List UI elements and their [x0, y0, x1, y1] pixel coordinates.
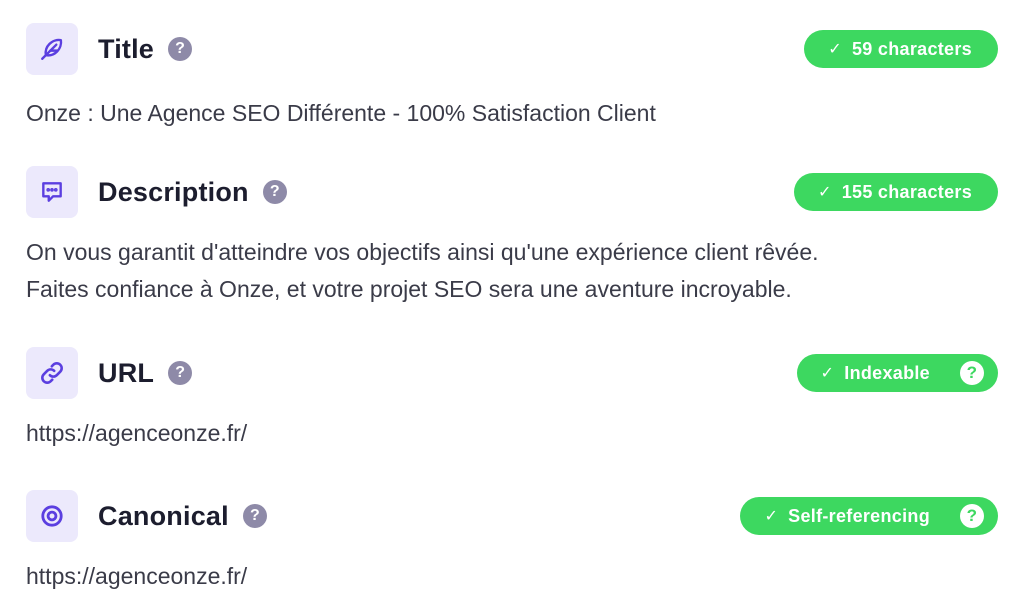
canonical-value: https://agenceonze.fr/ [26, 563, 248, 589]
link-icon [26, 347, 78, 399]
self-referencing-text: Self-referencing [788, 505, 930, 526]
indexable-text: Indexable [844, 362, 930, 383]
canonical-help-icon[interactable]: ? [242, 504, 267, 528]
target-icon [26, 490, 78, 542]
description-help-icon[interactable]: ? [262, 180, 287, 204]
self-referencing-badge: ✓ Self-referencing ? [740, 497, 998, 535]
url-label: URL [98, 357, 155, 388]
description-label: Description [98, 176, 249, 207]
canonical-section: Canonical ? ✓ Self-referencing ? https:/… [26, 490, 998, 595]
url-help-icon[interactable]: ? [168, 361, 193, 385]
description-line-1: On vous garantit d'atteindre vos objecti… [26, 239, 819, 265]
check-icon: ✓ [764, 508, 779, 525]
canonical-header: Canonical ? ✓ Self-referencing ? [26, 490, 998, 542]
indexable-help-icon[interactable]: ? [960, 361, 984, 385]
title-label: Title [98, 33, 155, 64]
message-icon [26, 166, 78, 218]
title-header: Title ? ✓ 59 characters [26, 23, 998, 75]
self-referencing-help-icon[interactable]: ? [960, 504, 984, 528]
url-value: https://agenceonze.fr/ [26, 420, 248, 446]
description-value: On vous garantit d'atteindre vos objecti… [26, 234, 998, 308]
description-line-2: Faites confiance à Onze, et votre projet… [26, 276, 792, 302]
title-length-badge: ✓ 59 characters [804, 30, 998, 68]
check-icon: ✓ [817, 184, 832, 201]
feather-icon [26, 23, 78, 75]
url-section: URL ? ✓ Indexable ? https://agenceonze.f… [26, 347, 998, 452]
check-icon: ✓ [828, 41, 842, 58]
canonical-label: Canonical [98, 500, 229, 531]
title-length-text: 59 characters [852, 38, 972, 59]
title-value: Onze : Une Agence SEO Différente - 100% … [26, 100, 656, 126]
title-section: Title ? ✓ 59 characters Onze : Une Agenc… [26, 23, 998, 132]
title-help-icon[interactable]: ? [168, 37, 193, 61]
indexable-badge: ✓ Indexable ? [796, 354, 998, 392]
seo-overview-panel: Title ? ✓ 59 characters Onze : Une Agenc… [0, 0, 1024, 616]
description-header: Description ? ✓ 155 characters [26, 166, 998, 218]
url-header: URL ? ✓ Indexable ? [26, 347, 998, 399]
description-section: Description ? ✓ 155 characters On vous g… [26, 166, 998, 308]
check-icon: ✓ [820, 365, 835, 382]
description-length-text: 155 characters [841, 181, 972, 202]
description-length-badge: ✓ 155 characters [793, 173, 998, 211]
